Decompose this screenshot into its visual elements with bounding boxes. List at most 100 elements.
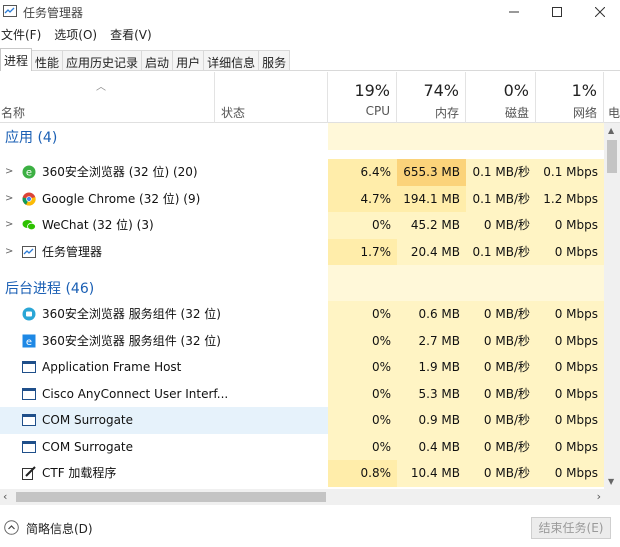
table-row[interactable]: > 任务管理器 1.7% 20.4 MB 0.1 MB/秒 0 Mbps: [0, 238, 604, 265]
process-list: 应用 (4) > e 360安全浏览器 (32 位) (20) 6.4% 655…: [0, 123, 604, 489]
chevron-right-icon[interactable]: >: [5, 219, 13, 230]
scroll-down-icon[interactable]: ▼: [608, 477, 614, 486]
network-value: 0 Mbps: [536, 327, 604, 354]
group-title: 应用 (4): [5, 130, 58, 146]
network-value: 0 Mbps: [536, 301, 604, 328]
process-name: Google Chrome (32 位) (9): [42, 191, 201, 206]
window-icon: [22, 440, 36, 453]
network-value: 0.1 Mbps: [536, 159, 604, 186]
scroll-up-icon[interactable]: ▲: [608, 126, 614, 135]
menu-options[interactable]: 选项(O): [54, 24, 104, 44]
task-manager-icon: [22, 245, 36, 258]
table-row[interactable]: > WeChat (32 位) (3) 0% 45.2 MB 0 MB/秒 0 …: [0, 212, 604, 239]
horizontal-scrollbar[interactable]: ‹ ›: [0, 489, 604, 505]
column-power[interactable]: 电: [604, 72, 620, 123]
ctf-pen-icon: [22, 466, 36, 480]
tab-startup[interactable]: 启动: [141, 50, 174, 70]
column-cpu[interactable]: 19% CPU: [328, 72, 397, 123]
fewer-details-link[interactable]: 简略信息(D): [26, 520, 93, 537]
title-bar: 任务管理器: [0, 0, 620, 24]
column-network[interactable]: 1% 网络: [536, 72, 604, 123]
disk-value: 0 MB/秒: [466, 460, 536, 487]
cpu-label: CPU: [365, 104, 390, 118]
disk-value: 0 MB/秒: [466, 354, 536, 381]
table-row[interactable]: CTF 加载程序 0.8% 10.4 MB 0 MB/秒 0 Mbps: [0, 460, 604, 487]
process-name: CTF 加载程序: [42, 466, 117, 480]
chevron-up-circle-icon[interactable]: [4, 520, 19, 535]
column-header: ︿ 名称 状态 19% CPU 74% 内存 0% 磁盘 1% 网络 电: [0, 72, 620, 123]
scroll-right-icon[interactable]: ›: [597, 490, 601, 503]
table-row[interactable]: COM Surrogate 0% 0.4 MB 0 MB/秒 0 Mbps: [0, 433, 604, 460]
process-name: COM Surrogate: [42, 439, 134, 454]
memory-value: 5.3 MB: [397, 380, 466, 407]
memory-value: 655.3 MB: [397, 159, 466, 186]
360-service-alt-icon: e: [22, 334, 36, 348]
disk-total: 0%: [503, 81, 529, 100]
tab-services[interactable]: 服务: [258, 50, 291, 70]
cpu-value: 0%: [328, 212, 397, 239]
memory-label: 内存: [434, 106, 459, 120]
process-name: 360安全浏览器 服务组件 (32 位): [42, 333, 221, 348]
360-browser-icon: e: [22, 165, 36, 179]
table-row[interactable]: Application Frame Host 0% 1.9 MB 0 MB/秒 …: [0, 354, 604, 381]
network-value: 0 Mbps: [536, 460, 604, 487]
disk-value: 0 MB/秒: [466, 433, 536, 460]
disk-value: 0.1 MB/秒: [466, 238, 536, 265]
table-row[interactable]: > Google Chrome (32 位) (9) 4.7% 194.1 MB…: [0, 185, 604, 212]
disk-value: 0 MB/秒: [466, 380, 536, 407]
disk-value: 0.1 MB/秒: [466, 159, 536, 186]
menu-view[interactable]: 查看(V): [110, 24, 159, 44]
maximize-icon: [552, 7, 562, 17]
chevron-right-icon[interactable]: >: [5, 193, 13, 204]
column-status[interactable]: 状态: [215, 72, 328, 123]
tab-users[interactable]: 用户: [172, 50, 205, 70]
group-title: 后台进程 (46): [5, 281, 95, 297]
maximize-button[interactable]: [535, 0, 579, 24]
horizontal-scroll-thumb[interactable]: [16, 492, 326, 502]
tab-app-history[interactable]: 应用历史记录: [62, 50, 143, 70]
cpu-value: 0.8%: [328, 460, 397, 487]
tab-details[interactable]: 详细信息: [203, 50, 260, 70]
table-row[interactable]: COM Surrogate 0% 0.9 MB 0 MB/秒 0 Mbps: [0, 407, 604, 434]
column-disk[interactable]: 0% 磁盘: [466, 72, 536, 123]
vertical-scrollbar[interactable]: ▲ ▼: [604, 123, 620, 489]
disk-value: 0 MB/秒: [466, 212, 536, 239]
task-manager-icon: [3, 5, 17, 17]
tab-performance[interactable]: 性能: [31, 50, 64, 70]
table-row[interactable]: 360安全浏览器 服务组件 (32 位) 0% 0.6 MB 0 MB/秒 0 …: [0, 301, 604, 328]
column-name-label: 名称: [1, 106, 26, 120]
network-value: 0 Mbps: [536, 380, 604, 407]
end-task-button[interactable]: 结束任务(E): [531, 517, 611, 539]
table-row[interactable]: > e 360安全浏览器 (32 位) (20) 6.4% 655.3 MB 0…: [0, 159, 604, 186]
window-icon: [22, 414, 36, 426]
tab-processes[interactable]: 进程: [0, 48, 33, 71]
column-name[interactable]: ︿ 名称: [0, 72, 215, 123]
footer: 简略信息(D) 结束任务(E): [0, 505, 620, 547]
network-value: 0 Mbps: [536, 212, 604, 239]
chevron-right-icon[interactable]: >: [5, 166, 13, 177]
close-button[interactable]: [578, 0, 620, 24]
svg-text:e: e: [26, 337, 32, 348]
group-header-apps[interactable]: 应用 (4): [0, 123, 604, 150]
menu-bar: 文件(F) 选项(O) 查看(V): [0, 24, 159, 44]
chrome-icon: [22, 192, 36, 205]
network-value: 1.2 Mbps: [536, 185, 604, 212]
cpu-value: 6.4%: [328, 159, 397, 186]
scroll-left-icon[interactable]: ‹: [3, 490, 7, 503]
memory-value: 2.7 MB: [397, 327, 466, 354]
column-memory[interactable]: 74% 内存: [397, 72, 466, 123]
process-name: 任务管理器: [42, 244, 103, 259]
group-header-background[interactable]: 后台进程 (46): [0, 265, 604, 301]
menu-file[interactable]: 文件(F): [1, 24, 48, 44]
process-name: Cisco AnyConnect User Interf...: [42, 386, 229, 401]
vertical-scroll-thumb[interactable]: [607, 140, 617, 173]
memory-value: 194.1 MB: [397, 185, 466, 212]
minimize-button[interactable]: [492, 0, 536, 24]
table-row[interactable]: Cisco AnyConnect User Interf... 0% 5.3 M…: [0, 380, 604, 407]
table-row[interactable]: e 360安全浏览器 服务组件 (32 位) 0% 2.7 MB 0 MB/秒 …: [0, 327, 604, 354]
window-icon: [22, 361, 36, 373]
process-name: COM Surrogate: [42, 413, 134, 427]
chevron-right-icon[interactable]: >: [5, 246, 13, 257]
scroll-corner: [604, 489, 620, 505]
cpu-value: 0%: [328, 407, 397, 434]
